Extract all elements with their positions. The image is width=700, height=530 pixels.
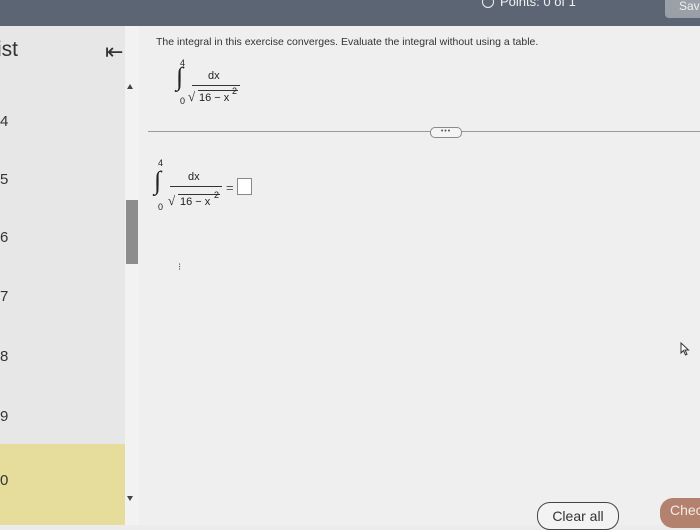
fraction-bar [170, 186, 222, 187]
denominator: 16 − x [180, 196, 211, 208]
question-item-9[interactable]: 9 [0, 408, 8, 425]
points-label: Points: 0 of 1 [500, 0, 576, 9]
points-indicator: Points: 0 of 1 [482, 0, 576, 9]
integral-sign-icon: ∫ [154, 166, 162, 195]
save-button[interactable]: Sav [665, 0, 700, 18]
scroll-down-icon[interactable] [127, 496, 133, 501]
integral-answer-line: 4 ∫ 0 dx √ 16 − x 2 [152, 156, 224, 212]
scroll-up-icon[interactable] [127, 84, 133, 89]
points-circle-icon [482, 0, 494, 8]
check-answer-button[interactable]: Chec [660, 498, 700, 528]
question-item-4[interactable]: 4 [0, 113, 8, 130]
lower-limit: 0 [180, 96, 186, 106]
question-item-5[interactable]: 5 [0, 171, 8, 188]
top-bar: Points: 0 of 1 Sav [0, 0, 700, 26]
exponent: 2 [214, 190, 220, 200]
exponent: 2 [232, 86, 238, 96]
clear-all-button[interactable]: Clear all [537, 502, 619, 530]
question-item-10[interactable]: 0 [0, 472, 8, 489]
numerator: dx [208, 70, 220, 82]
question-item-8[interactable]: 8 [0, 348, 8, 365]
collapse-panel-icon[interactable]: ⇤ [105, 39, 123, 65]
more-options-button[interactable]: ••• [430, 127, 462, 138]
section-divider [148, 131, 700, 132]
lower-limit: 0 [158, 202, 164, 212]
denominator: 16 − x [199, 92, 230, 104]
integral-statement: 4 ∫ 0 dx √ 16 − x 2 [176, 56, 246, 112]
numerator: dx [188, 171, 200, 183]
question-list-title: ist [0, 38, 18, 61]
text-cursor-icon: ⁝ [178, 262, 182, 273]
answer-input[interactable] [237, 178, 252, 195]
question-list-scrollbar[interactable] [125, 26, 139, 525]
integral-sign-icon: ∫ [176, 62, 184, 91]
scrollbar-thumb[interactable] [126, 200, 138, 264]
sqrt-icon: √ [188, 89, 196, 104]
question-item-current[interactable] [0, 444, 125, 525]
question-item-6[interactable]: 6 [0, 229, 8, 246]
question-prompt: The integral in this exercise converges.… [156, 36, 539, 48]
equals-sign: = [226, 180, 234, 195]
sqrt-icon: √ [168, 193, 176, 208]
question-item-7[interactable]: 7 [0, 288, 8, 305]
mouse-pointer-icon [680, 342, 690, 356]
